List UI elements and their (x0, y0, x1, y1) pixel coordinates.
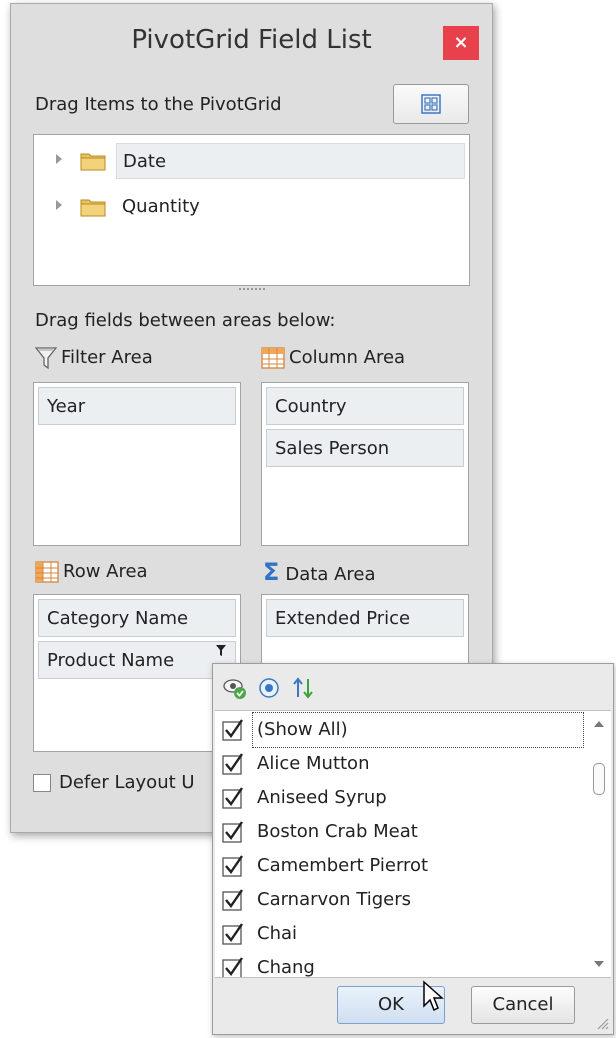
row-field-label: Product Name (47, 650, 175, 671)
column-grid-icon (261, 347, 285, 369)
splitter-grip[interactable] (239, 288, 265, 294)
filter-list-item-label: Boston Crab Meat (257, 821, 418, 842)
row-area-box[interactable]: Category Name Product Name (33, 594, 241, 752)
drag-items-label: Drag Items to the PivotGrid (35, 94, 282, 115)
popup-toolbar (213, 664, 613, 710)
close-icon: × (453, 32, 469, 53)
filter-list-item[interactable]: Camembert Pierrot (215, 849, 587, 883)
data-area-title: Data Area (285, 564, 376, 585)
mouse-cursor-icon (423, 980, 444, 1012)
row-field-category-name[interactable]: Category Name (38, 599, 236, 637)
filter-list-item[interactable]: Alice Mutton (215, 747, 587, 781)
checked-checkbox-icon[interactable] (221, 922, 245, 946)
expand-arrow-icon[interactable] (56, 200, 62, 210)
filter-area-title: Filter Area (61, 347, 153, 368)
filter-list-item-label: Camembert Pierrot (257, 855, 429, 876)
tree-item-label: Date (116, 143, 465, 179)
filter-value-list[interactable]: Chang Chai Carnarvon Tigers Camembert Pierr… (215, 710, 611, 978)
data-field-extended-price[interactable]: Extended Price (266, 599, 464, 637)
column-area-title: Column Area (289, 347, 406, 368)
filter-list-item[interactable]: Carnarvon Tigers (215, 883, 587, 917)
tree-item-label: Quantity (122, 196, 200, 217)
vertical-scrollbar[interactable] (587, 711, 611, 977)
column-field-country[interactable]: Country (266, 387, 464, 425)
tree-item-date[interactable]: Date (34, 139, 469, 181)
filter-list-item[interactable]: Aniseed Syrup (215, 781, 587, 815)
row-grid-icon (35, 561, 59, 583)
filter-icon (34, 347, 58, 370)
column-field-sales-person[interactable]: Sales Person (266, 429, 464, 467)
defer-label: Defer Layout U (59, 772, 195, 793)
column-area-header: Column Area (261, 344, 405, 372)
row-area-header: Row Area (35, 558, 148, 586)
column-area-box[interactable]: Country Sales Person (261, 382, 469, 546)
field-tree[interactable]: Date Quantity (33, 134, 470, 286)
close-button[interactable]: × (443, 26, 479, 60)
filter-list-item[interactable]: Chai (215, 917, 587, 951)
scroll-up-icon[interactable] (594, 721, 604, 727)
window-title: PivotGrid Field List (131, 25, 372, 55)
cancel-button[interactable]: Cancel (471, 986, 575, 1024)
show-only-visible-icon[interactable] (223, 676, 247, 700)
scroll-thumb[interactable] (593, 763, 605, 795)
row-area-title: Row Area (63, 561, 148, 582)
field-filter-icon[interactable] (215, 644, 227, 658)
defer-checkbox[interactable] (33, 774, 51, 792)
layout-grid-icon (421, 94, 441, 114)
radio-mode-icon[interactable] (257, 676, 281, 700)
defer-layout-update[interactable]: Defer Layout U (33, 771, 195, 795)
row-field-product-name[interactable]: Product Name (38, 641, 236, 679)
resize-grip-icon[interactable] (595, 1016, 609, 1030)
sort-icon[interactable] (291, 676, 315, 700)
checked-checkbox-icon[interactable] (221, 752, 245, 776)
data-area-header: Σ Data Area (263, 558, 376, 586)
checked-checkbox-icon[interactable] (221, 888, 245, 912)
filter-field-year[interactable]: Year (38, 387, 236, 425)
sigma-icon: Σ (263, 558, 280, 586)
folder-icon (80, 153, 106, 171)
checked-checkbox-icon[interactable] (221, 786, 245, 810)
checked-checkbox-icon[interactable] (221, 956, 245, 978)
checked-checkbox-icon[interactable] (221, 854, 245, 878)
filter-list-item-label: Alice Mutton (257, 753, 370, 774)
filter-area-header: Filter Area (34, 344, 153, 372)
checked-checkbox-icon[interactable] (221, 718, 245, 742)
filter-list-item-label: (Show All) (252, 712, 584, 748)
filter-list-item[interactable]: (Show All) (215, 712, 587, 748)
filter-popup: Chang Chai Carnarvon Tigers Camembert Pierr… (212, 663, 614, 1035)
expand-arrow-icon[interactable] (56, 154, 62, 164)
filter-list-item[interactable]: Boston Crab Meat (215, 815, 587, 849)
filter-list-item-label: Carnarvon Tigers (257, 889, 412, 910)
tree-item-quantity[interactable]: Quantity (34, 185, 469, 227)
filter-list-item-label: Aniseed Syrup (257, 787, 387, 808)
filter-list-item-label: Chang (257, 957, 315, 978)
filter-area-box[interactable]: Year (33, 382, 241, 546)
drag-fields-label: Drag fields between areas below: (35, 310, 336, 331)
folder-icon (80, 199, 106, 217)
scroll-down-icon[interactable] (594, 961, 604, 967)
filter-list-item-label: Chai (257, 923, 298, 944)
layout-button[interactable] (393, 84, 469, 124)
filter-list-item[interactable]: Chang (215, 951, 587, 978)
checked-checkbox-icon[interactable] (221, 820, 245, 844)
